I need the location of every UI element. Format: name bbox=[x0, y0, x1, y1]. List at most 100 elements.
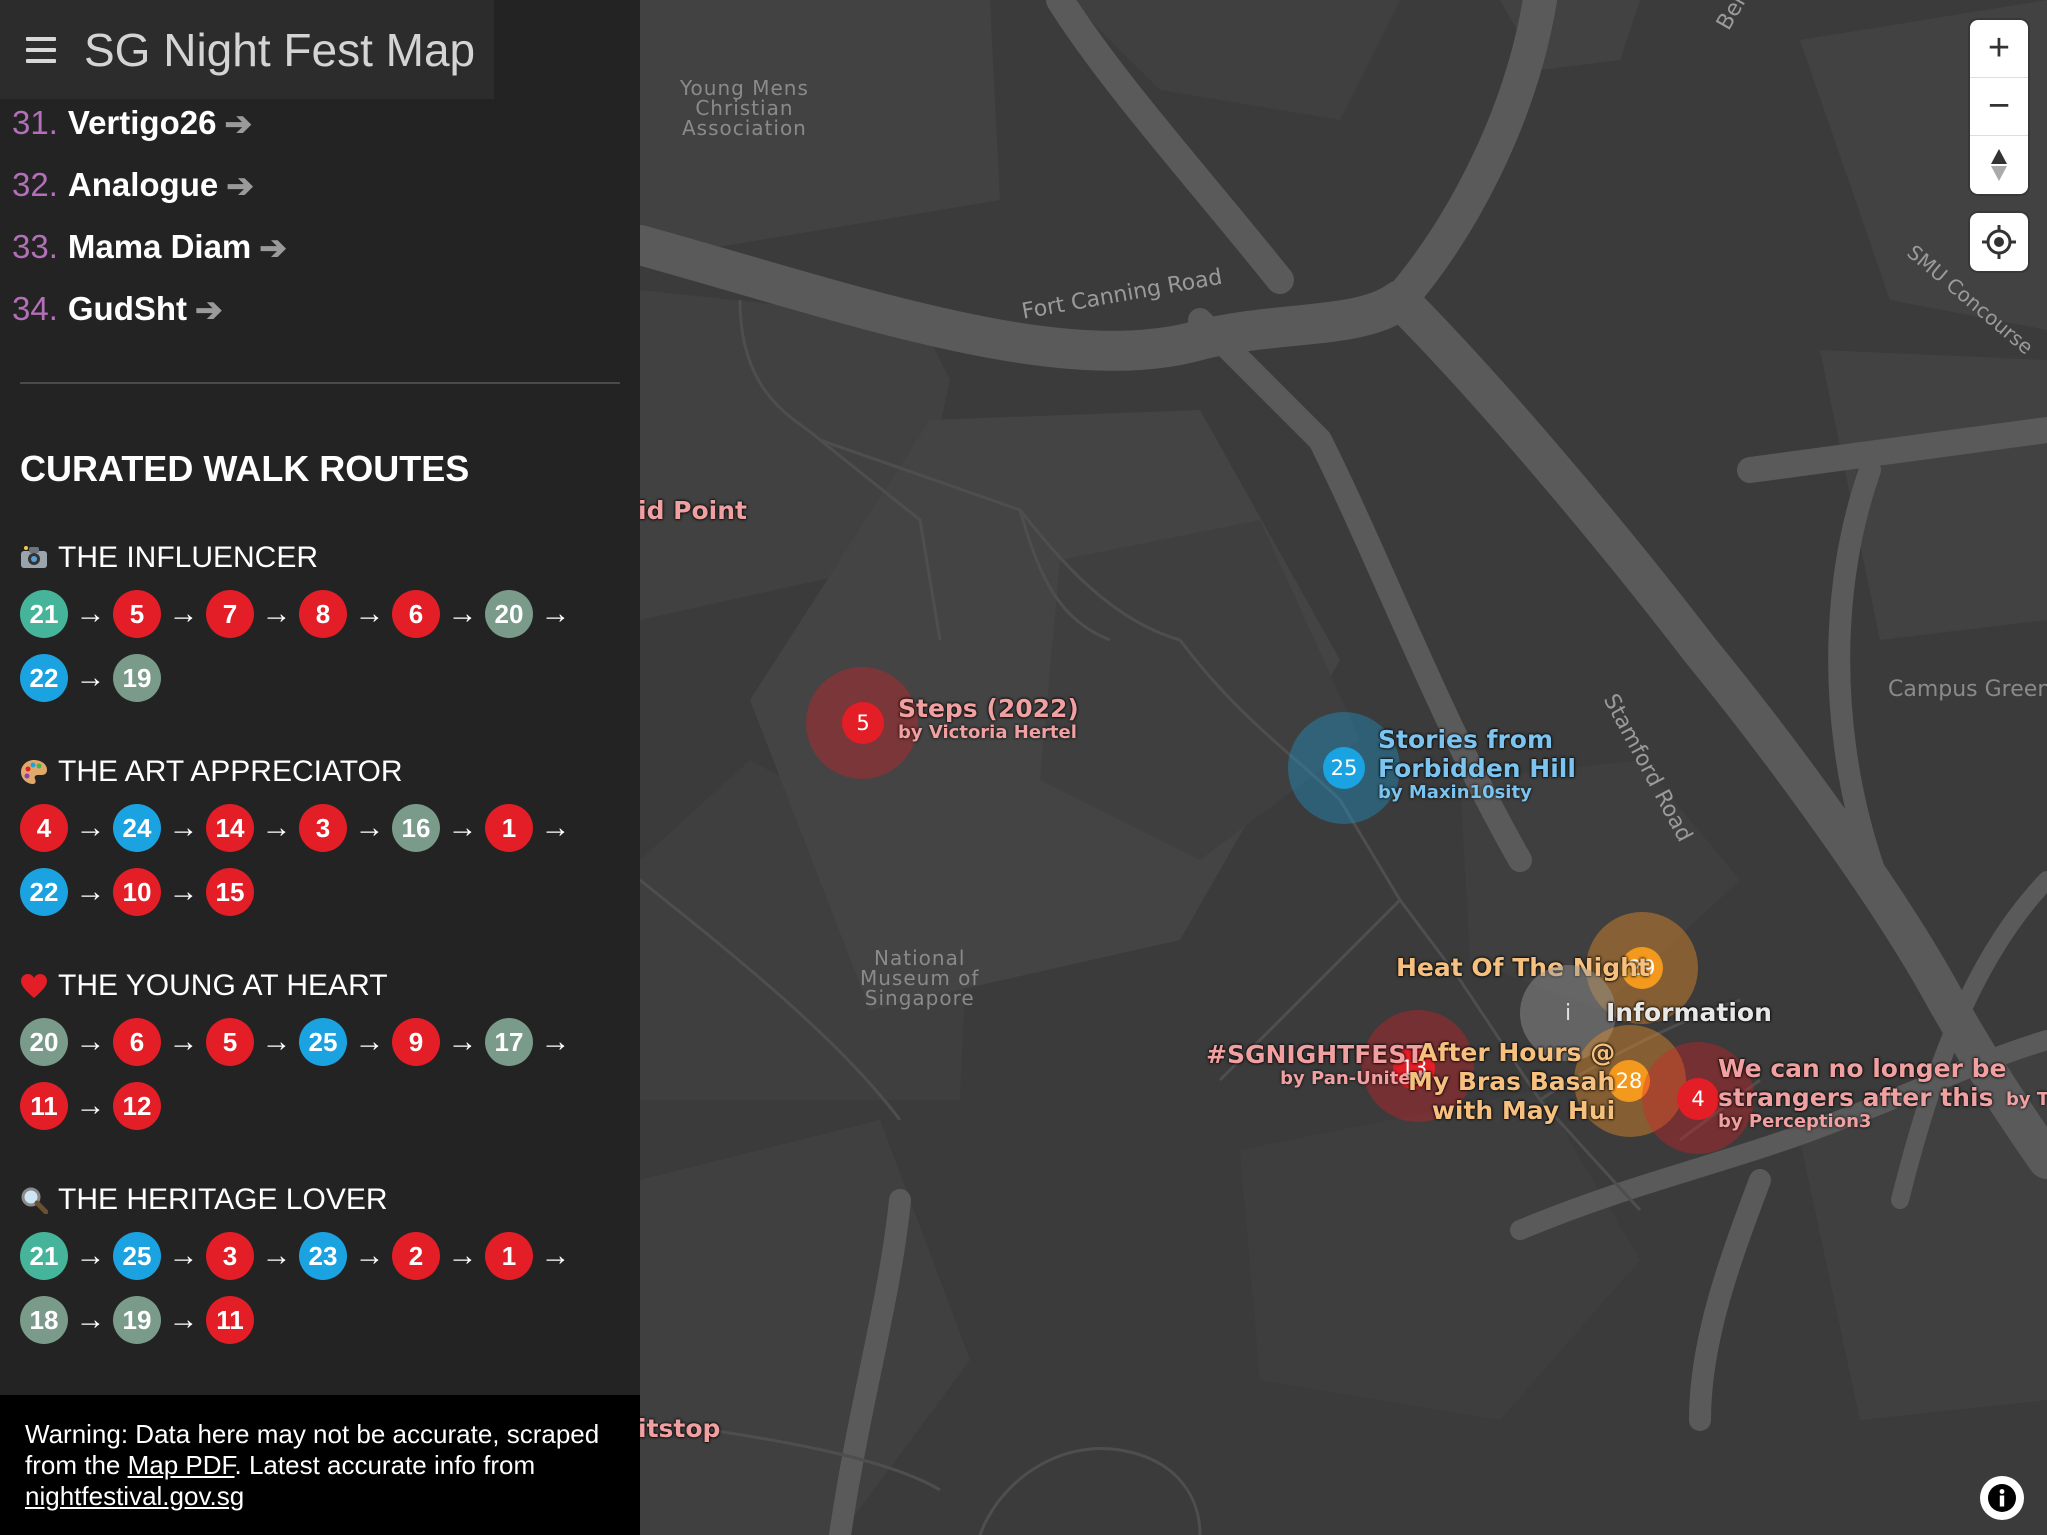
nightfestival-link[interactable]: nightfestival.gov.sg bbox=[25, 1481, 244, 1511]
pin-artist: by Pan-United bbox=[1280, 1068, 1424, 1089]
map-pin-stories[interactable]: 25 bbox=[1323, 747, 1365, 789]
map-pin-label-heat[interactable]: Heat Of The Night bbox=[1396, 953, 1650, 982]
route-stop: 4 → bbox=[20, 804, 113, 852]
map-canvas[interactable]: Young Mens Christian Association Nationa… bbox=[640, 0, 2047, 1535]
camera-emoji-icon bbox=[20, 544, 48, 572]
route-stop-badge[interactable]: 19 bbox=[97, 1280, 177, 1360]
route-stop-badge[interactable]: 23 bbox=[299, 1232, 347, 1280]
route-stop-number: 22 bbox=[29, 662, 59, 693]
route-stop: 18 → bbox=[20, 1296, 113, 1344]
route-stop: 21 → bbox=[20, 1232, 113, 1280]
routes-section-title: CURATED WALK ROUTES bbox=[20, 448, 470, 489]
route-stop-badge[interactable]: 14 bbox=[206, 804, 254, 852]
route-stop-badge[interactable]: 4 bbox=[20, 804, 68, 852]
route-stop-number: 3 bbox=[222, 1240, 238, 1271]
info-icon bbox=[1988, 1484, 2016, 1512]
route-stop: 21 → bbox=[20, 590, 113, 638]
info-point-icon[interactable]: i bbox=[1550, 995, 1586, 1031]
arrow-right-icon: → bbox=[447, 811, 478, 844]
route-stop-badge[interactable]: 24 bbox=[113, 804, 161, 852]
route-stop-badge[interactable]: 20 bbox=[20, 1018, 68, 1066]
venue-number: 34. bbox=[12, 290, 58, 327]
route-stops: 21 → 25 → 3 → 23 → 2 → 1 → 18 → 19 → 11 bbox=[20, 1216, 620, 1360]
route-stop-badge[interactable]: 7 bbox=[206, 590, 254, 638]
route-stop-badge[interactable]: 21 bbox=[20, 1232, 68, 1280]
arrow-right-icon: → bbox=[75, 1239, 106, 1272]
route-stop-badge[interactable]: 16 bbox=[392, 804, 440, 852]
attribution-button[interactable] bbox=[1980, 1476, 2024, 1520]
zoom-out-button[interactable]: − bbox=[1970, 78, 2028, 136]
route-stop-number: 1 bbox=[501, 812, 517, 843]
zoom-in-button[interactable]: + bbox=[1970, 20, 2028, 78]
route-stop-badge[interactable]: 19 bbox=[113, 654, 161, 702]
map-pin-strangers[interactable]: 4 bbox=[1677, 1078, 1719, 1120]
route-stop-badge[interactable]: 18 bbox=[20, 1296, 68, 1344]
route-stop-badge[interactable]: 17 bbox=[485, 1018, 533, 1066]
map-pin-label-strangers[interactable]: We can no longer be strangers after this… bbox=[1718, 1054, 2007, 1132]
map-pdf-link[interactable]: Map PDF bbox=[128, 1450, 235, 1480]
route-stop-badge[interactable]: 25 bbox=[299, 1018, 347, 1066]
route-stop: 3 → bbox=[299, 804, 392, 852]
route-stop-badge[interactable]: 15 bbox=[206, 868, 254, 916]
arrow-right-icon: → bbox=[447, 597, 478, 630]
arrow-right-icon: → bbox=[75, 1303, 106, 1336]
map-pin-steps[interactable]: 5 bbox=[842, 702, 884, 744]
route-stop-number: 20 bbox=[29, 1026, 59, 1057]
route-stop-badge[interactable]: 5 bbox=[113, 590, 161, 638]
venue-name: Mama Diam bbox=[67, 228, 252, 265]
route-stop-badge[interactable]: 25 bbox=[97, 1216, 177, 1296]
route-stop-badge[interactable]: 9 bbox=[392, 1018, 440, 1066]
pin-title-line1: After Hours @ bbox=[1418, 1038, 1616, 1067]
route-stop-badge[interactable]: 21 bbox=[20, 590, 68, 638]
venue-number: 31. bbox=[12, 104, 58, 141]
route-young-at-heart: THE YOUNG AT HEART 20 → 6 → 5 → 25 → 9 → 17 → 11 → 12 bbox=[20, 966, 620, 1130]
venue-item[interactable]: 32. Analogue ➔ bbox=[12, 154, 287, 216]
route-stops: 21 → 5 → 7 → 8 → 6 → 20 → 22 → 19 bbox=[20, 590, 620, 702]
map-pin-label-sgnightfest[interactable]: #SGNIGHTFEST by Pan-United bbox=[1206, 1040, 1423, 1089]
route-stop-badge[interactable]: 12 bbox=[113, 1082, 161, 1130]
app-title: SG Night Fest Map bbox=[84, 23, 476, 76]
pin-title-line1: Stories from bbox=[1378, 725, 1553, 754]
arrow-right-icon: → bbox=[75, 661, 106, 694]
arrow-right-icon: → bbox=[168, 811, 199, 844]
palette-emoji-icon bbox=[20, 758, 48, 786]
route-stop: 11 bbox=[206, 1296, 254, 1344]
route-stop-badge[interactable]: 6 bbox=[113, 1018, 161, 1066]
arrow-right-icon: ➔ bbox=[259, 228, 287, 266]
map-pin-label-pitstop[interactable]: itstop bbox=[640, 1414, 720, 1443]
route-stop-badge[interactable]: 5 bbox=[206, 1018, 254, 1066]
route-stop-number: 4 bbox=[36, 812, 52, 843]
arrow-right-icon: → bbox=[75, 811, 106, 844]
map-pin-label-aid-point[interactable]: id Point bbox=[640, 496, 747, 525]
route-stop: 1 → bbox=[485, 804, 578, 852]
route-stop: 25 → bbox=[97, 1216, 206, 1296]
map-pin-label-information[interactable]: Information bbox=[1606, 998, 1772, 1027]
hamburger-menu-icon[interactable] bbox=[26, 36, 56, 63]
route-stop-badge[interactable]: 3 bbox=[206, 1232, 254, 1280]
compass-button[interactable] bbox=[1970, 136, 2028, 194]
route-stop-badge[interactable]: 1 bbox=[485, 1232, 533, 1280]
route-stop-badge[interactable]: 8 bbox=[299, 590, 347, 638]
venue-item[interactable]: 31. Vertigo26 ➔ bbox=[12, 92, 287, 154]
route-stop-number: 21 bbox=[29, 598, 59, 629]
venue-item[interactable]: 33. Mama Diam ➔ bbox=[12, 216, 287, 278]
route-stop-badge[interactable]: 20 bbox=[485, 590, 533, 638]
geolocate-button[interactable] bbox=[1970, 213, 2028, 271]
route-stop-badge[interactable]: 10 bbox=[113, 868, 161, 916]
route-stop-badge[interactable]: 22 bbox=[20, 654, 68, 702]
route-stop-badge[interactable]: 22 bbox=[20, 868, 68, 916]
map-pin-label-after-hours[interactable]: After Hours @ My Bras Basah with May Hui bbox=[1408, 1038, 1615, 1125]
route-stop: 9 → bbox=[392, 1018, 485, 1066]
venue-item[interactable]: 34. GudSht ➔ bbox=[12, 278, 287, 340]
route-title: THE ART APPRECIATOR bbox=[20, 752, 620, 792]
route-stop-badge[interactable]: 11 bbox=[20, 1082, 68, 1130]
map-pin-label-stories[interactable]: Stories from Forbidden Hill by Maxin10si… bbox=[1378, 725, 1576, 803]
route-stop-badge[interactable]: 1 bbox=[485, 804, 533, 852]
route-stop-badge[interactable]: 3 bbox=[299, 804, 347, 852]
arrow-right-icon: → bbox=[261, 811, 292, 844]
map-pin-label-steps[interactable]: Steps (2022) by Victoria Hertel bbox=[898, 694, 1079, 743]
venue-name: GudSht bbox=[67, 290, 188, 327]
route-stop-badge[interactable]: 6 bbox=[392, 590, 440, 638]
route-stop-badge[interactable]: 2 bbox=[392, 1232, 440, 1280]
route-stop-badge[interactable]: 11 bbox=[206, 1296, 254, 1344]
